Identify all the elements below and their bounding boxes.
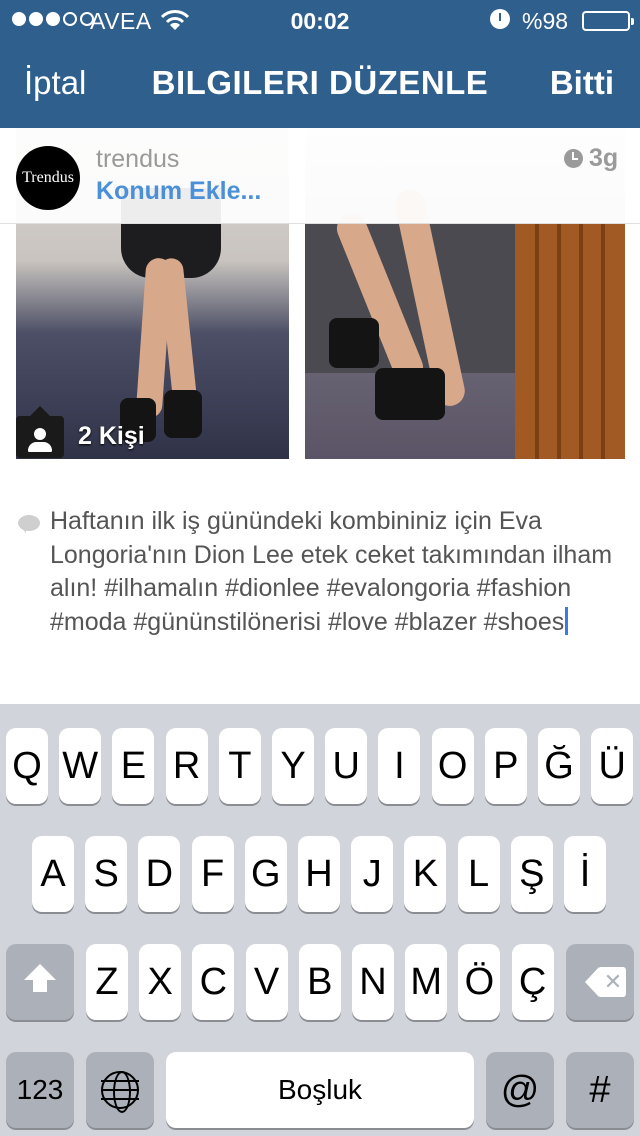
battery-percentage: %98 <box>522 8 569 34</box>
key-d[interactable]: D <box>138 836 181 912</box>
top-bar: AVEA 00:02 %98 İptal BILGILERI DÜZENLE B… <box>0 0 640 128</box>
key-w[interactable]: W <box>59 728 102 804</box>
username: trendus <box>96 145 180 173</box>
key-f[interactable]: F <box>191 836 234 912</box>
language-switch-key[interactable] <box>86 1052 154 1128</box>
comment-bubble-icon <box>18 515 40 533</box>
post-age: 3g <box>589 144 619 172</box>
shift-icon <box>24 964 56 980</box>
key-ü[interactable]: Ü <box>591 728 634 804</box>
key-r[interactable]: R <box>165 728 208 804</box>
backspace-icon-x: ✕ <box>603 969 623 994</box>
avatar[interactable]: Trendus <box>16 146 80 210</box>
add-location-link[interactable]: Konum Ekle... <box>96 177 261 206</box>
key-l[interactable]: L <box>457 836 500 912</box>
backspace-icon: ✕ <box>585 967 626 997</box>
wood-panel-shape <box>515 223 625 459</box>
key-a[interactable]: A <box>32 836 74 912</box>
alarm-icon <box>490 9 510 29</box>
key-ö[interactable]: Ö <box>458 944 501 1020</box>
globe-icon <box>101 1071 139 1113</box>
key-y[interactable]: Y <box>272 728 314 804</box>
key-i̇[interactable]: İ <box>564 836 606 912</box>
key-h[interactable]: H <box>298 836 340 912</box>
caption-editor[interactable]: Haftanın ilk iş günündeki kombininiz içi… <box>0 468 640 704</box>
person-icon <box>16 406 64 458</box>
key-u[interactable]: U <box>325 728 368 804</box>
key-t[interactable]: T <box>218 728 261 804</box>
backspace-key[interactable]: ✕ <box>566 944 634 1020</box>
key-i[interactable]: I <box>378 728 421 804</box>
space-key[interactable]: Boşluk <box>166 1052 474 1128</box>
person-body <box>28 442 52 452</box>
shift-icon-stem <box>33 980 47 992</box>
shoe-shape <box>329 318 379 368</box>
clock-icon <box>564 149 583 168</box>
page-title: BILGILERI DÜZENLE <box>151 64 489 101</box>
key-n[interactable]: N <box>352 944 394 1020</box>
key-z[interactable]: Z <box>86 944 128 1020</box>
key-ş[interactable]: Ş <box>510 836 553 912</box>
caption-input[interactable]: Haftanın ilk iş günündeki kombininiz içi… <box>50 505 620 639</box>
key-q[interactable]: Q <box>6 728 48 804</box>
at-key[interactable]: @ <box>486 1052 554 1128</box>
status-bar: AVEA 00:02 %98 <box>0 0 640 40</box>
hash-key[interactable]: # <box>566 1052 634 1128</box>
post-header: Trendus trendus Konum Ekle... 3g <box>0 128 640 224</box>
shift-key[interactable] <box>6 944 74 1020</box>
person-head <box>34 428 46 440</box>
key-p[interactable]: P <box>484 728 527 804</box>
shoe-shape <box>375 368 445 420</box>
caption-text: Haftanın ilk iş günündeki kombininiz içi… <box>50 507 620 636</box>
key-o[interactable]: O <box>431 728 474 804</box>
navigation-bar: İptal BILGILERI DÜZENLE Bitti <box>0 40 640 128</box>
key-x[interactable]: X <box>139 944 182 1020</box>
key-v[interactable]: V <box>245 944 288 1020</box>
backspace-icon-point <box>585 967 599 997</box>
key-m[interactable]: M <box>405 944 448 1020</box>
key-ğ[interactable]: Ğ <box>538 728 580 804</box>
key-b[interactable]: B <box>298 944 341 1020</box>
key-c[interactable]: C <box>192 944 235 1020</box>
keyboard: QWERTYUIOPĞÜ ASDFGHJKLŞİ ZXCVBNMÖÇ ✕ 123… <box>0 704 640 1136</box>
tagged-people-count: 2 Kişi <box>78 422 145 450</box>
numbers-key[interactable]: 123 <box>6 1052 74 1128</box>
tagged-people-badge[interactable]: 2 Kişi <box>16 406 156 458</box>
key-k[interactable]: K <box>404 836 447 912</box>
key-j[interactable]: J <box>351 836 394 912</box>
key-e[interactable]: E <box>112 728 155 804</box>
done-button[interactable]: Bitti <box>550 64 614 102</box>
battery-icon <box>582 11 634 31</box>
key-g[interactable]: G <box>244 836 287 912</box>
text-cursor <box>565 606 569 635</box>
key-s[interactable]: S <box>85 836 128 912</box>
shoe-shape <box>164 390 202 438</box>
key-ç[interactable]: Ç <box>511 944 554 1020</box>
